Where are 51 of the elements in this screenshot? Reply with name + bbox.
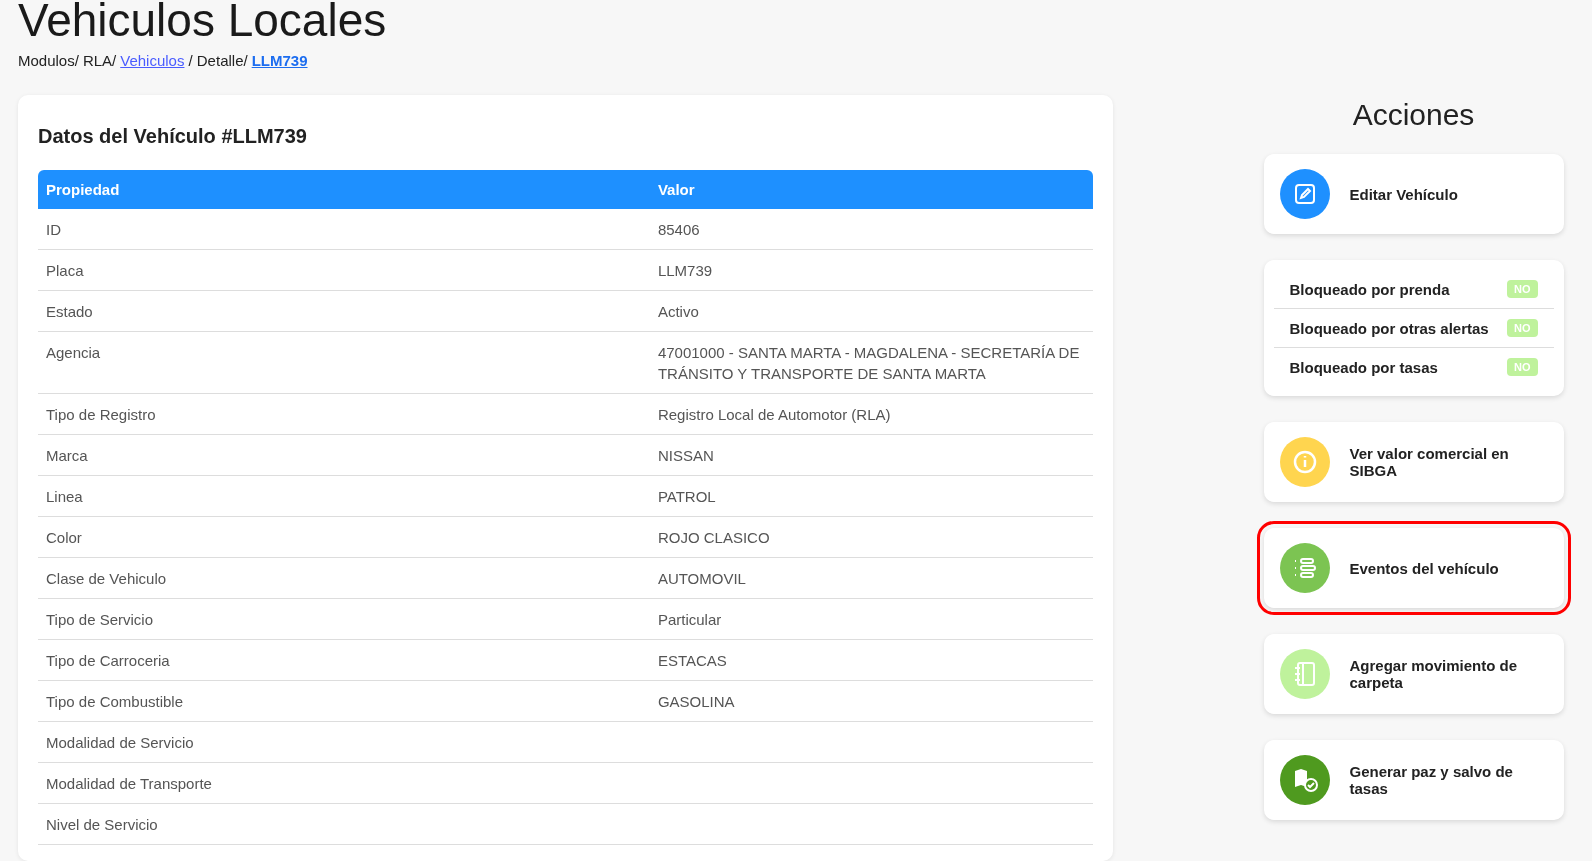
table-cell: Tipo de Servicio	[38, 598, 650, 640]
status-label: Bloqueado por otras alertas	[1289, 319, 1489, 337]
table-cell: Linea	[38, 475, 650, 517]
table-cell: Particular	[649, 598, 1093, 640]
table-cell: Placa	[38, 249, 650, 291]
table-cell: NISSAN	[649, 434, 1093, 476]
breadcrumb-text: / Detalle/	[188, 52, 248, 69]
table-cell: 47001000 - SANTA MARTA - MAGDALENA - SECRETARÍA DE TRÁNSITO Y TRANSPORTE DE SANTA MARTA	[649, 331, 1093, 394]
info-icon	[1291, 449, 1318, 475]
status-label: Bloqueado por prenda	[1289, 280, 1450, 298]
table-cell: Tipo de Registro	[38, 393, 650, 435]
table-cell: Marca	[38, 434, 650, 476]
actions-title: Acciones	[1352, 98, 1475, 132]
action-button[interactable]: Agregar movimiento de carpeta	[1263, 634, 1564, 714]
list-icon	[1292, 557, 1317, 579]
edit-icon	[1293, 183, 1316, 205]
table-cell: Agencia	[38, 331, 650, 394]
breadcrumb-text: RLA/	[82, 52, 117, 69]
table-cell: AUTOMOVIL	[649, 557, 1093, 599]
table-cell: Activo	[649, 290, 1093, 332]
table-cell: Clase de Vehiculo	[38, 557, 650, 599]
table-cell: LLM739	[649, 249, 1093, 291]
column-header: Propiedad	[38, 170, 650, 209]
status-badge: NO	[1507, 358, 1538, 376]
table-cell: Modalidad de Transporte	[38, 762, 650, 804]
status-label: Bloqueado por tasas	[1289, 358, 1438, 376]
status-badge: NO	[1507, 280, 1538, 298]
card-title: Datos del Vehículo #LLM739	[38, 125, 308, 148]
table-cell: PATROL	[649, 475, 1093, 517]
table-cell: Tipo de Carroceria	[38, 639, 650, 681]
table-cell: ROJO CLASICO	[649, 516, 1093, 558]
notebook-icon	[1292, 661, 1317, 687]
page-title: Vehiculos Locales	[18, 0, 388, 46]
breadcrumb-text: Modulos/	[18, 52, 79, 69]
table-cell: Registro Local de Automotor (RLA)	[649, 393, 1093, 435]
table-cell: ESTACAS	[649, 639, 1093, 681]
breadcrumb-link[interactable]: Vehiculos	[120, 52, 185, 69]
column-header: Valor	[649, 170, 1093, 209]
table-cell: ID	[38, 209, 650, 250]
table-cell: 85406	[649, 209, 1093, 250]
status-badge: NO	[1507, 319, 1538, 337]
table-cell: Tipo de Combustible	[38, 680, 650, 722]
table-cell: Color	[38, 516, 650, 558]
table-cell: Estado	[38, 290, 650, 332]
action-button[interactable]: Ver valor comercial en SIBGA	[1263, 422, 1564, 502]
action-button[interactable]: Generar paz y salvo de tasas	[1263, 740, 1564, 820]
table-cell: Modalidad de Servicio	[38, 721, 650, 763]
table-cell: GASOLINA	[649, 680, 1093, 722]
breadcrumb-link[interactable]: LLM739	[251, 52, 308, 69]
action-button[interactable]: Editar Vehículo	[1263, 154, 1564, 234]
table-cell: Nivel de Servicio	[38, 803, 650, 845]
